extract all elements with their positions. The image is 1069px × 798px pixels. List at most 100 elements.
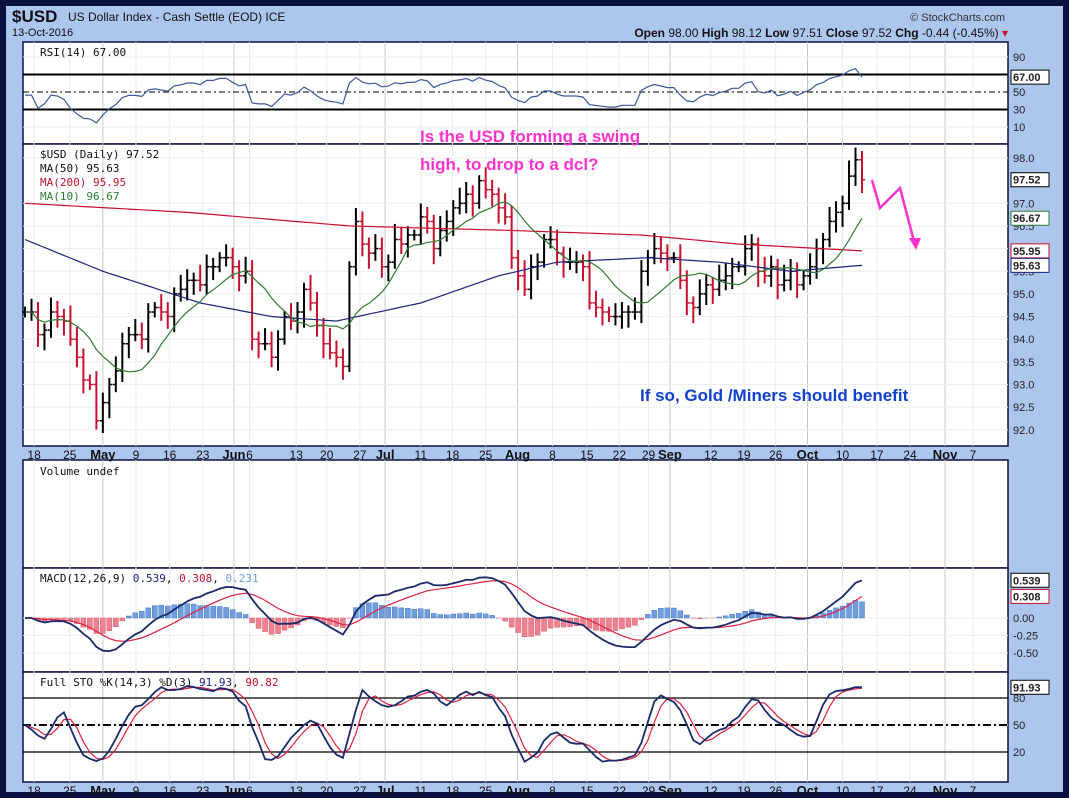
- macd-histogram-bar: [482, 613, 489, 619]
- y-tick-label: 50: [1013, 87, 1025, 99]
- y-tick-label: -0.25: [1013, 631, 1038, 643]
- stock-chart: $USD US Dollar Index - Cash Settle (EOD)…: [0, 0, 1069, 798]
- macd-histogram-bar: [859, 601, 865, 619]
- y-tick-label: 0.00: [1013, 613, 1034, 625]
- x-tick-label: 8: [549, 784, 556, 798]
- x-tick-label: Oct: [797, 783, 819, 798]
- x-tick-label: 11: [415, 448, 428, 462]
- ma200-legend: MA(200) 95.95: [40, 176, 126, 189]
- x-tick-label: 27: [353, 448, 367, 462]
- macd-histogram-bar: [405, 608, 411, 619]
- x-tick-label: 18: [27, 448, 41, 462]
- x-tick-label: Nov: [933, 783, 958, 798]
- macd-histogram-bar: [599, 617, 606, 632]
- macd-histogram-bar: [697, 617, 703, 619]
- ma10-legend: MA(10) 96.67: [40, 190, 119, 203]
- y-tick-label: 80: [1013, 693, 1025, 705]
- macd-histogram-bar: [275, 617, 281, 634]
- x-tick-label: 25: [63, 784, 77, 798]
- macd-histogram-bar: [411, 608, 418, 619]
- x-tick-label: 23: [196, 448, 210, 462]
- macd-histogram-bar: [729, 614, 735, 619]
- x-tick-label: Jul: [376, 447, 395, 462]
- y-tick-label: 94.5: [1013, 312, 1034, 324]
- x-tick-label: 24: [903, 448, 917, 462]
- macd-histogram-bar: [722, 615, 729, 619]
- x-tick-label: 8: [549, 448, 556, 462]
- sto-last-tag: 91.93: [1013, 682, 1041, 694]
- x-tick-label: 9: [133, 448, 140, 462]
- macd-last-tag: 0.539: [1013, 575, 1041, 587]
- y-tick-label: 10: [1013, 122, 1025, 134]
- y-tick-label: 20: [1013, 747, 1025, 759]
- x-tick-label: 29: [642, 448, 656, 462]
- macd-histogram-bar: [340, 617, 346, 629]
- brand-logo[interactable]: © StockCharts.com: [910, 12, 1005, 24]
- x-tick-label: Sep: [658, 783, 682, 798]
- macd-histogram-bar: [645, 614, 651, 619]
- macd-histogram-bar: [852, 600, 859, 619]
- macd-histogram-bar: [236, 612, 242, 619]
- x-tick-label: 7: [970, 784, 977, 798]
- x-tick-label: May: [90, 447, 116, 462]
- x-tick-label: Jul: [376, 783, 395, 798]
- macd-legend: MACD(12,26,9) 0.539, 0.308, 0.231: [40, 572, 259, 585]
- annotation-note: If so, Gold /Miners should benefit: [640, 386, 909, 405]
- x-tick-label: 19: [737, 784, 751, 798]
- macd-histogram-bar: [61, 617, 67, 620]
- x-tick-label: 13: [290, 448, 304, 462]
- macd-histogram-bar: [249, 617, 255, 624]
- macd-histogram-bar: [145, 607, 152, 619]
- x-tick-label: May: [90, 783, 116, 798]
- macd-histogram-bar: [476, 612, 482, 619]
- annotation-question-line1: Is the USD forming a swing: [420, 127, 640, 146]
- y-tick-label: -0.50: [1013, 648, 1038, 660]
- x-tick-label: 11: [415, 784, 428, 798]
- macd-histogram-bar: [327, 617, 333, 626]
- x-tick-label: 26: [769, 784, 783, 798]
- price-last-tag: 97.52: [1013, 175, 1041, 187]
- y-tick-label: 95.0: [1013, 289, 1034, 301]
- rsi-legend: RSI(14) 67.00: [40, 46, 126, 59]
- macd-histogram-bar: [632, 617, 638, 626]
- x-tick-label: 6: [246, 448, 253, 462]
- x-tick-label: 29: [642, 784, 656, 798]
- macd-histogram-bar: [658, 608, 664, 619]
- x-tick-label: 20: [320, 448, 334, 462]
- security-name: US Dollar Index - Cash Settle (EOD) ICE: [68, 10, 285, 24]
- y-tick-label: 92.5: [1013, 402, 1034, 414]
- macd-histogram-bar: [664, 607, 671, 619]
- ma50-tag: 95.63: [1013, 260, 1041, 272]
- annotation-question-line2: high, to drop to a dcl?: [420, 155, 598, 174]
- y-tick-label: 97.0: [1013, 198, 1034, 210]
- macd-histogram-bar: [443, 614, 450, 619]
- macd-histogram-bar: [508, 617, 515, 628]
- y-tick-label: 30: [1013, 105, 1025, 117]
- x-tick-label: 16: [163, 448, 177, 462]
- x-tick-label: 23: [196, 784, 210, 798]
- x-tick-label: 12: [704, 448, 718, 462]
- y-tick-label: 98.0: [1013, 153, 1034, 165]
- macd-histogram-bar: [54, 617, 61, 620]
- macd-histogram-bar: [398, 607, 405, 619]
- y-tick-label: 94.0: [1013, 334, 1034, 346]
- macd-histogram-bar: [684, 614, 690, 619]
- x-tick-label: 25: [479, 784, 493, 798]
- sto-legend: Full STO %K(14,3) %D(3) 91.93, 90.82: [40, 676, 278, 689]
- macd-histogram-bar: [255, 617, 262, 629]
- signal-last-tag: 0.308: [1013, 591, 1041, 603]
- macd-histogram-bar: [515, 617, 521, 633]
- x-tick-label: Aug: [505, 783, 530, 798]
- macd-histogram-bar: [385, 607, 392, 619]
- macd-histogram-bar: [502, 617, 508, 622]
- rsi-last-tag: 67.00: [1013, 72, 1041, 84]
- macd-histogram-bar: [735, 613, 742, 619]
- ohlc-summary: Open 98.00 High 98.12 Low 97.51 Close 97…: [634, 26, 1008, 40]
- macd-histogram-bar: [833, 607, 839, 619]
- x-tick-label: 27: [353, 784, 367, 798]
- symbol: $USD: [12, 7, 57, 26]
- y-tick-label: 90: [1013, 52, 1025, 64]
- macd-histogram-bar: [469, 613, 476, 619]
- y-tick-label: 92.0: [1013, 425, 1034, 437]
- x-tick-label: 19: [737, 448, 751, 462]
